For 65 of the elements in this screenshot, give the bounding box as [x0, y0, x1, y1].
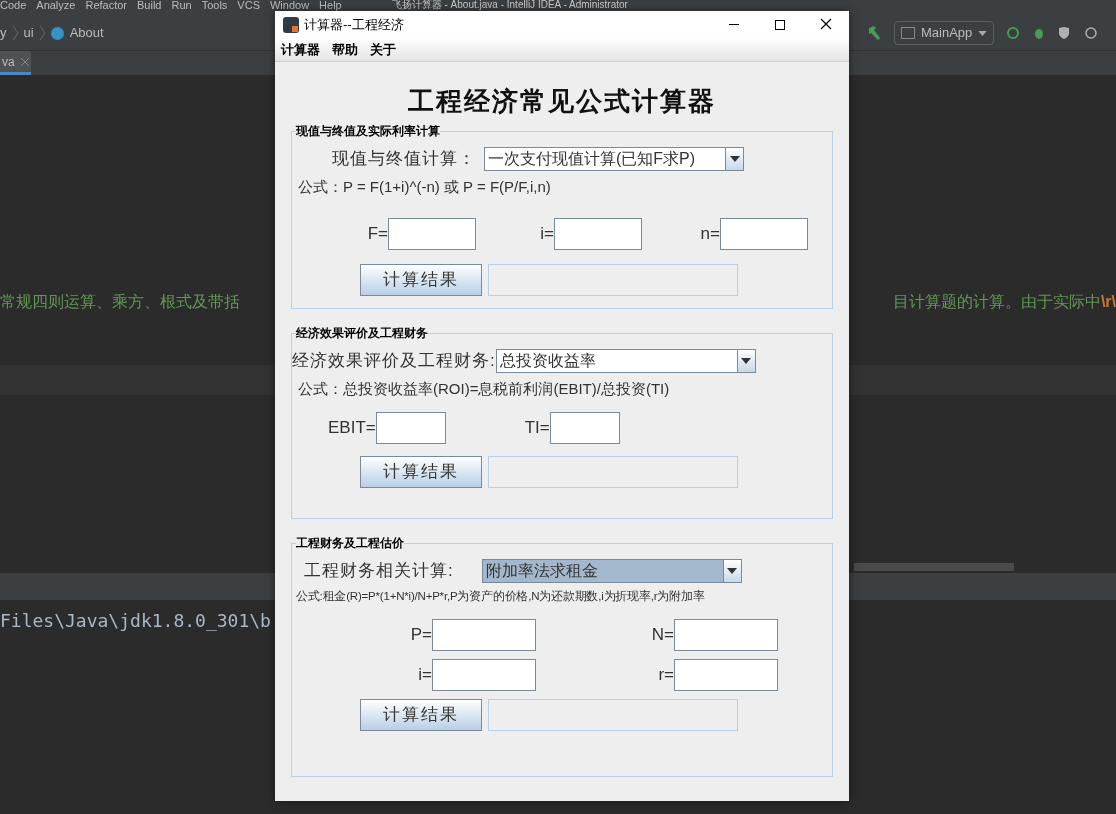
breadcrumb[interactable]: y [0, 23, 7, 43]
calculate-button[interactable]: 计算结果 [360, 456, 482, 488]
scrollbar[interactable] [854, 563, 1014, 571]
formula-text: 公式:租金(R)=P*(1+N*i)/N+P*r,P为资产的价格,N为还款期数,i为折现率,r为附加率 [296, 589, 705, 602]
combo-label: 现值与终值计算： [332, 148, 476, 170]
section-title: 现值与终值及实际利率计算 [296, 123, 440, 139]
input-field[interactable] [674, 618, 778, 651]
menu-item[interactable]: VCS [237, 0, 260, 11]
menu-item[interactable]: Window [270, 0, 310, 11]
calculator-icon [283, 16, 299, 33]
close-icon[interactable] [20, 57, 29, 66]
menu-item[interactable]: 关于 [370, 39, 396, 60]
field-label: F= [366, 223, 388, 246]
calculation-dropdown[interactable]: 一次支付现值计算(已知F求P) [484, 146, 744, 171]
chevron-icon [12, 26, 18, 40]
formula-text: 公式：总投资收益率(ROI)=息税前利润(EBIT)/总投资(TI) [298, 379, 670, 397]
input-field[interactable] [674, 658, 778, 691]
input-field[interactable] [549, 412, 620, 444]
field-label: EBIT= [328, 417, 376, 440]
calculate-button[interactable]: 计算结果 [360, 264, 482, 296]
field-label: r= [657, 664, 674, 686]
menu-item[interactable]: Run [171, 0, 192, 11]
field-label: TI= [523, 417, 550, 440]
field-label: P= [409, 624, 432, 646]
app-heading: 工程经济常见公式计算器 [408, 85, 716, 118]
menu-item[interactable]: Refactor [85, 0, 127, 11]
menu-item[interactable]: Code [0, 0, 27, 11]
menu-item[interactable]: 计算器 [281, 39, 320, 60]
calculation-dropdown[interactable]: 总投资收益率 [495, 348, 756, 373]
input-field[interactable] [554, 218, 642, 250]
app-icon [901, 27, 915, 39]
code-line: 目计算题的计算。由于实际中\r\ [892, 292, 1116, 312]
editor-tab[interactable]: va [0, 51, 31, 75]
field-label: i= [539, 223, 554, 246]
class-icon [50, 26, 64, 40]
breadcrumb[interactable]: About [69, 23, 104, 43]
code-line: 常规四则运算、乘方、根式及带括 [0, 292, 240, 312]
input-field[interactable] [432, 618, 536, 651]
input-field[interactable] [720, 218, 808, 250]
menu-item[interactable]: 帮助 [332, 39, 358, 60]
menu-item[interactable]: Build [137, 0, 162, 11]
window-title: 计算器--工程经济 [304, 15, 404, 34]
console-line: Files\Java\jdk1.8.0_301\b [0, 608, 271, 633]
input-field[interactable] [432, 658, 536, 691]
chevron-icon [39, 26, 45, 40]
caret-icon [978, 30, 988, 36]
combo-label: 工程财务相关计算: [304, 560, 454, 582]
field-label: n= [699, 223, 720, 246]
menu-item[interactable]: Help [319, 0, 342, 11]
combo-label: 经济效果评价及工程财务: [292, 350, 496, 372]
calculation-dropdown[interactable]: 附加率法求租金 [481, 558, 742, 583]
window-title: 飞扬计算器 - About.java - IntelliJ IDEA - Administrator [391, 0, 628, 10]
section-title: 工程财务及工程估价 [296, 535, 404, 551]
run-config-dropdown[interactable]: MainApp [894, 21, 995, 45]
menu-item[interactable]: Tools [201, 0, 228, 11]
field-label: N= [650, 624, 674, 646]
caret-icon [729, 155, 740, 162]
calculate-button[interactable]: 计算结果 [360, 698, 482, 731]
field-label: i= [417, 664, 432, 686]
input-field[interactable] [388, 218, 476, 250]
input-field[interactable] [375, 412, 446, 444]
menu-item[interactable]: Analyze [36, 0, 76, 11]
breadcrumb[interactable]: ui [23, 23, 34, 43]
formula-text: 公式：P = F(1+i)^(-n) 或 P = F(P/F,i,n) [298, 177, 551, 195]
section-title: 经济效果评价及工程财务 [296, 325, 428, 341]
